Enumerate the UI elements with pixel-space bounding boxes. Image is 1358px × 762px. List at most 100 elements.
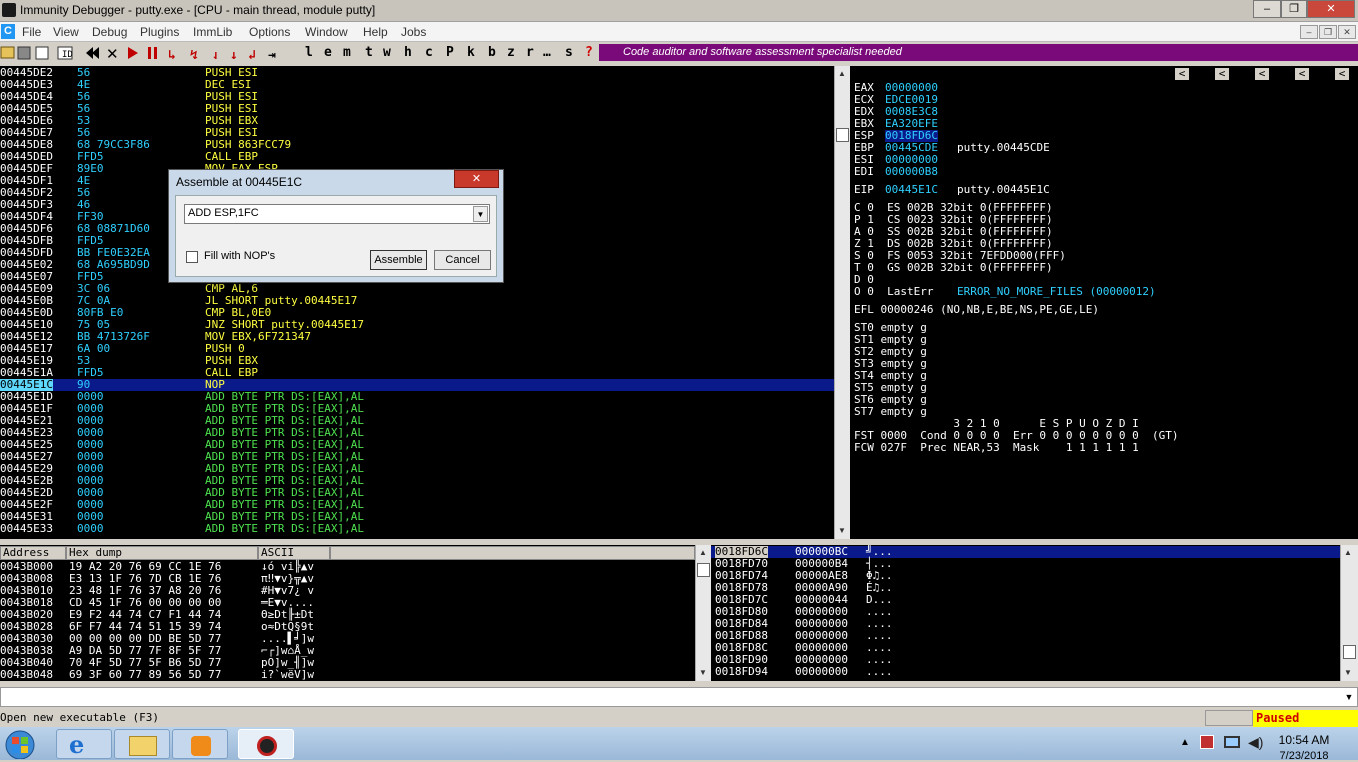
toolbar-letter-button[interactable]: z — [507, 44, 515, 61]
cpu-window-icon[interactable]: C — [1, 24, 15, 39]
disasm-row[interactable]: 00445E09 3C 06 CMP AL,6 — [0, 283, 834, 295]
disasm-row[interactable]: 00445E17 6A 00 PUSH 0 — [0, 343, 834, 355]
toolbar-letter-button[interactable]: s — [565, 44, 573, 61]
close-button[interactable]: ✕ — [1307, 0, 1355, 18]
inner-close-button[interactable]: ✕ — [1338, 25, 1356, 39]
toolbar-letter-button[interactable]: e — [324, 44, 332, 61]
assemble-input[interactable]: ADD ESP,1FC ▼ — [184, 204, 490, 224]
disasm-row[interactable]: 00445E2B 0000 ADD BYTE PTR DS:[EAX],AL — [0, 475, 834, 487]
scroll-thumb[interactable] — [836, 128, 849, 142]
inner-restore-button[interactable]: ❐ — [1319, 25, 1337, 39]
clock-date[interactable]: 7/23/2018 — [1270, 750, 1338, 762]
register-value[interactable]: 000000B8 — [885, 166, 938, 178]
scroll-down-arrow[interactable]: ▼ — [835, 524, 849, 538]
network-icon[interactable] — [1224, 736, 1240, 748]
toolbar-letter-button[interactable]: b — [488, 44, 496, 61]
register-view-arrow[interactable]: < — [1295, 68, 1309, 80]
disasm-row[interactable]: 00445E29 0000 ADD BYTE PTR DS:[EAX],AL — [0, 463, 834, 475]
disasm-row[interactable]: 00445DE2 56 PUSH ESI — [0, 67, 834, 79]
disasm-row[interactable]: 00445E23 0000 ADD BYTE PTR DS:[EAX],AL — [0, 427, 834, 439]
toolbar-letter-button[interactable]: P — [446, 44, 454, 61]
toolbar-letter-button[interactable]: w — [383, 44, 391, 61]
menu-file[interactable]: File — [22, 25, 41, 39]
dump-scrollbar[interactable]: ▲ ▼ — [695, 545, 711, 681]
menu-jobs[interactable]: Jobs — [401, 25, 426, 39]
disasm-row[interactable]: 00445DE3 4E DEC ESI — [0, 79, 834, 91]
stack-scroll-up-arrow[interactable]: ▲ — [1341, 546, 1355, 560]
toolbar-letter-button[interactable]: l — [305, 44, 313, 61]
dump-header-ascii[interactable]: ASCII — [258, 546, 330, 560]
fill-nop-checkbox[interactable] — [186, 251, 198, 263]
menu-view[interactable]: View — [53, 25, 79, 39]
toolbar-letter-button[interactable]: c — [425, 44, 433, 61]
disasm-row[interactable]: 00445E1A FFD5 CALL EBP — [0, 367, 834, 379]
disasm-row[interactable]: 00445E2F 0000 ADD BYTE PTR DS:[EAX],AL — [0, 499, 834, 511]
dump-row[interactable]: 0043B048 69 3F 60 77 89 56 5D 77 i?`wëV]w — [0, 669, 695, 681]
menu-window[interactable]: Window — [305, 25, 348, 39]
toolbar-letter-button[interactable]: k — [467, 44, 475, 61]
taskbar-ie[interactable]: e — [56, 729, 112, 759]
fpu-control-row[interactable]: FCW 027F Prec NEAR,53 Mask 1 1 1 1 1 1 — [854, 442, 1139, 454]
disasm-row[interactable]: 00445E25 0000 ADD BYTE PTR DS:[EAX],AL — [0, 439, 834, 451]
disasm-row[interactable]: 00445E27 0000 ADD BYTE PTR DS:[EAX],AL — [0, 451, 834, 463]
volume-icon[interactable]: ◀) — [1248, 734, 1263, 751]
disasm-row[interactable]: 00445DE6 53 PUSH EBX — [0, 115, 834, 127]
disasm-row[interactable]: 00445DE5 56 PUSH ESI — [0, 103, 834, 115]
toolbar-letter-button[interactable]: ? — [585, 44, 593, 61]
disasm-row[interactable]: 00445E1C 90 NOP — [0, 379, 834, 391]
register-value[interactable]: 00445E1C — [885, 184, 938, 196]
disasm-row[interactable]: 00445E31 0000 ADD BYTE PTR DS:[EAX],AL — [0, 511, 834, 523]
disasm-row[interactable]: 00445E2D 0000 ADD BYTE PTR DS:[EAX],AL — [0, 487, 834, 499]
flag-icon[interactable] — [1200, 735, 1214, 749]
disasm-row[interactable]: 00445DED FFD5 CALL EBP — [0, 151, 834, 163]
scroll-up-arrow[interactable]: ▲ — [835, 67, 849, 81]
command-input[interactable]: ▼ — [0, 687, 1358, 707]
taskbar-media[interactable] — [172, 729, 228, 759]
flag-row[interactable]: T 0 GS 002B 32bit 0(FFFFFFFF) — [854, 262, 1053, 274]
disassembly-scrollbar[interactable]: ▲ ▼ — [834, 66, 850, 539]
dump-header-address[interactable]: Address — [0, 546, 66, 560]
stack-panel[interactable]: 0018FD6C 000000BC ╝... 0018FD70 000000B4 ┤...… — [711, 545, 1340, 681]
menu-immlib[interactable]: ImmLib — [193, 25, 232, 39]
register-view-arrow[interactable]: < — [1335, 68, 1349, 80]
stack-row[interactable]: 0018FD94 00000000.... — [711, 666, 1340, 678]
taskbar-explorer[interactable] — [114, 729, 170, 759]
disasm-row[interactable]: 00445E0B 7C 0A JL SHORT putty.00445E17 — [0, 295, 834, 307]
disasm-row[interactable]: 00445DE8 68 79CC3F86 PUSH 863FCC79 — [0, 139, 834, 151]
cancel-button[interactable]: Cancel — [434, 250, 491, 270]
clock-time[interactable]: 10:54 AM — [1270, 733, 1338, 747]
disasm-row[interactable]: 00445E1F 0000 ADD BYTE PTR DS:[EAX],AL — [0, 403, 834, 415]
disasm-row[interactable]: 00445E1D 0000 ADD BYTE PTR DS:[EAX],AL — [0, 391, 834, 403]
toolbar-letter-button[interactable]: … — [543, 44, 551, 61]
command-dropdown-icon[interactable]: ▼ — [1342, 689, 1356, 705]
menu-plugins[interactable]: Plugins — [140, 25, 179, 39]
stack-scroll-thumb[interactable] — [1343, 645, 1356, 659]
ad-banner[interactable]: Code auditor and software assessment spe… — [599, 44, 1358, 61]
disasm-row[interactable]: 00445E21 0000 ADD BYTE PTR DS:[EAX],AL — [0, 415, 834, 427]
disasm-row[interactable]: 00445E0D 80FB E0 CMP BL,0E0 — [0, 307, 834, 319]
restore-button[interactable]: ❐ — [1281, 0, 1307, 18]
menu-help[interactable]: Help — [363, 25, 388, 39]
toolbar-letter-button[interactable]: h — [404, 44, 412, 61]
register-view-arrow[interactable]: < — [1255, 68, 1269, 80]
assemble-button[interactable]: Assemble — [370, 250, 427, 270]
disasm-row[interactable]: 00445DE4 56 PUSH ESI — [0, 91, 834, 103]
dialog-close-button[interactable]: ✕ — [454, 170, 499, 188]
register-view-arrow[interactable]: < — [1175, 68, 1189, 80]
taskbar-immunity[interactable] — [238, 729, 294, 759]
assemble-input-value[interactable]: ADD ESP,1FC — [188, 207, 259, 219]
inner-minimize-button[interactable]: – — [1300, 25, 1318, 39]
stack-scroll-down-arrow[interactable]: ▼ — [1341, 666, 1355, 680]
tray-up-arrow-icon[interactable]: ▲ — [1180, 737, 1190, 748]
efl-row[interactable]: EFL 00000246 (NO,NB,E,BE,NS,PE,GE,LE) — [854, 304, 1099, 316]
dump-scroll-thumb[interactable] — [697, 563, 710, 577]
stack-scrollbar[interactable]: ▲ ▼ — [1340, 545, 1358, 681]
menu-options[interactable]: Options — [249, 25, 290, 39]
menu-debug[interactable]: Debug — [92, 25, 127, 39]
hex-dump-panel[interactable]: Address Hex dump ASCII 0043B000 19 A2 20 … — [0, 545, 695, 681]
dump-header-hex[interactable]: Hex dump — [66, 546, 258, 560]
disasm-row[interactable]: 00445E19 53 PUSH EBX — [0, 355, 834, 367]
register-view-arrow[interactable]: < — [1215, 68, 1229, 80]
toolbar-letter-button[interactable]: m — [343, 44, 351, 61]
toolbar-letter-button[interactable]: t — [365, 44, 373, 61]
